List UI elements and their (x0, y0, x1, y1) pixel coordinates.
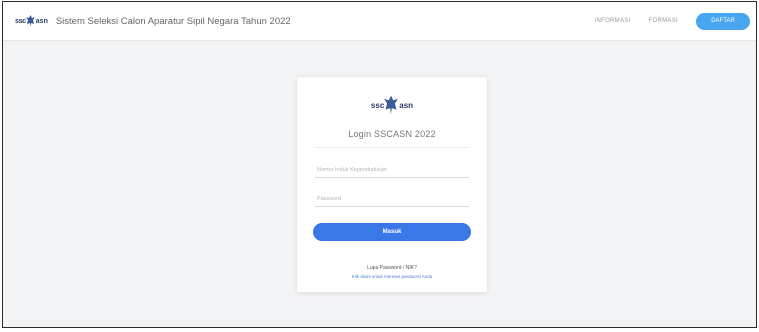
garuda-icon (25, 15, 35, 27)
reset-password-link[interactable]: Klik disini untuk mereset password Anda (297, 274, 487, 279)
nav-item-informasi[interactable]: INFORMASI (595, 18, 631, 24)
nav-links: INFORMASI FORMASI DAFTAR (595, 12, 756, 30)
brand[interactable]: ssc asn Sistem Seleksi Calon Aparatur Si… (15, 15, 291, 27)
password-input[interactable] (315, 192, 469, 207)
nav-item-formasi[interactable]: FORMASI (649, 18, 678, 24)
card-logo: ssc asn (297, 95, 487, 115)
site-title: Sistem Seleksi Calon Aparatur Sipil Nega… (55, 15, 291, 27)
login-title: Login SSCASN 2022 (348, 129, 436, 139)
divider (315, 147, 469, 148)
forgot-password-label: Lupa Password / NIK? (367, 265, 417, 271)
login-button[interactable]: Masuk (313, 223, 471, 241)
register-button[interactable]: DAFTAR (696, 12, 750, 30)
login-card: ssc asn Login SSCASN 2022 Masuk Lupa Pas… (297, 77, 487, 292)
logo-text-asn: asn (35, 17, 48, 25)
garuda-icon (384, 95, 399, 115)
nik-input[interactable] (315, 163, 469, 178)
browser-viewport: ssc asn Sistem Seleksi Calon Aparatur Si… (2, 1, 757, 328)
logo-text-ssc: ssc (15, 17, 26, 25)
sscasn-logo: ssc asn (15, 15, 48, 27)
card-logo-text-asn: asn (399, 100, 414, 110)
top-navbar: ssc asn Sistem Seleksi Calon Aparatur Si… (3, 2, 756, 41)
card-logo-text-ssc: ssc (370, 100, 385, 110)
